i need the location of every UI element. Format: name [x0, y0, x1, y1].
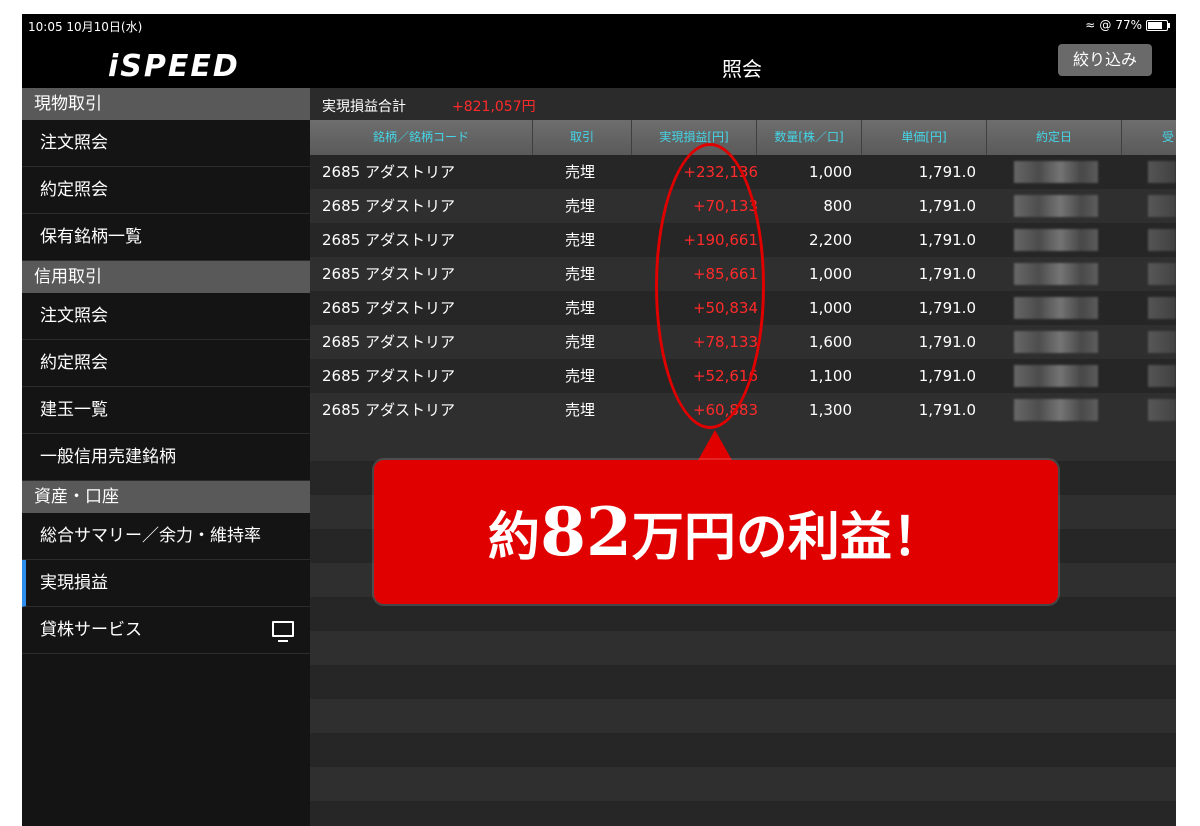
- cell-date-blurred: [1014, 365, 1098, 387]
- cell-date-blurred: [1014, 331, 1098, 353]
- sidebar-item-positions[interactable]: 建玉一覧: [22, 387, 310, 434]
- cell-price: 1,791.0: [918, 333, 976, 351]
- table-header: 銘柄／銘柄コード 取引 実現損益[円] 数量[株／口] 単価[円] 約定日 受: [310, 120, 1176, 155]
- cell-price: 1,791.0: [918, 401, 976, 419]
- sidebar-item-realized-pl[interactable]: 実現損益: [22, 560, 310, 607]
- sidebar-section-margin: 信用取引: [22, 261, 310, 293]
- cell-stock: 2685 アダストリア: [322, 401, 455, 419]
- callout-text: 約82万円の利益！: [374, 460, 1058, 604]
- cell-settlement-blurred: [1148, 365, 1176, 387]
- filter-button[interactable]: 絞り込み: [1058, 44, 1152, 76]
- sidebar-item-lending[interactable]: 貸株サービス: [22, 607, 310, 654]
- cell-price: 1,791.0: [918, 197, 976, 215]
- cell-date-blurred: [1014, 161, 1098, 183]
- sidebar-section-assets: 資産・口座: [22, 481, 310, 513]
- cell-price: 1,791.0: [918, 299, 976, 317]
- col-header-stock[interactable]: 銘柄／銘柄コード: [310, 120, 533, 155]
- cell-quantity: 2,200: [809, 231, 852, 249]
- cell-quantity: 1,000: [809, 163, 852, 181]
- sidebar-section-spot: 現物取引: [22, 88, 310, 120]
- battery-percent: 77%: [1115, 18, 1142, 32]
- cell-type: 売埋: [565, 265, 596, 283]
- cell-date-blurred: [1014, 263, 1098, 285]
- cell-type: 売埋: [565, 367, 596, 385]
- cell-price: 1,791.0: [918, 265, 976, 283]
- cell-settlement-blurred: [1148, 229, 1176, 251]
- sidebar-item-lending-label: 貸株サービス: [40, 620, 142, 640]
- cell-quantity: 1,000: [809, 265, 852, 283]
- cell-stock: 2685 アダストリア: [322, 265, 455, 283]
- cell-stock: 2685 アダストリア: [322, 197, 455, 215]
- cell-stock: 2685 アダストリア: [322, 299, 455, 317]
- col-header-settlement[interactable]: 受: [1122, 120, 1176, 155]
- ipad-screen: 10:05 10月10日(水) ≈ @ 77% iSPEED 照会 絞り込み 現…: [22, 14, 1176, 826]
- cell-stock: 2685 アダストリア: [322, 163, 455, 181]
- cell-quantity: 1,000: [809, 299, 852, 317]
- sidebar-item-margin-orders[interactable]: 注文照会: [22, 293, 310, 340]
- callout-pointer: [697, 430, 733, 462]
- cell-stock: 2685 アダストリア: [322, 367, 455, 385]
- cell-type: 売埋: [565, 333, 596, 351]
- page-title: 照会: [722, 57, 762, 81]
- cell-date-blurred: [1014, 297, 1098, 319]
- cell-settlement-blurred: [1148, 195, 1176, 217]
- cell-settlement-blurred: [1148, 297, 1176, 319]
- sidebar-item-summary[interactable]: 総合サマリー／余力・維持率: [22, 513, 310, 560]
- cell-quantity: 1,100: [809, 367, 852, 385]
- highlight-oval: [655, 143, 765, 429]
- cell-quantity: 1,600: [809, 333, 852, 351]
- monitor-icon: [272, 621, 294, 642]
- profit-callout: 約82万円の利益！: [374, 460, 1058, 604]
- cell-date-blurred: [1014, 195, 1098, 217]
- cell-settlement-blurred: [1148, 331, 1176, 353]
- cell-stock: 2685 アダストリア: [322, 231, 455, 249]
- col-header-type[interactable]: 取引: [533, 120, 632, 155]
- cell-price: 1,791.0: [918, 231, 976, 249]
- cell-stock: 2685 アダストリア: [322, 333, 455, 351]
- col-header-price[interactable]: 単価[円]: [862, 120, 987, 155]
- cell-settlement-blurred: [1148, 399, 1176, 421]
- cell-type: 売埋: [565, 163, 596, 181]
- cell-date-blurred: [1014, 229, 1098, 251]
- callout-suffix: 万円の利益！: [631, 507, 944, 568]
- cell-quantity: 1,300: [809, 401, 852, 419]
- cell-type: 売埋: [565, 299, 596, 317]
- summary-value: +821,057円: [452, 99, 536, 115]
- sidebar-item-spot-executions[interactable]: 約定照会: [22, 167, 310, 214]
- cell-price: 1,791.0: [918, 367, 976, 385]
- cell-settlement-blurred: [1148, 161, 1176, 183]
- cell-quantity: 800: [823, 197, 852, 215]
- sidebar-item-holdings[interactable]: 保有銘柄一覧: [22, 214, 310, 261]
- status-time-date: 10:05 10月10日(水): [28, 20, 143, 34]
- realized-pl-summary: 実現損益合計 +821,057円: [310, 88, 1176, 120]
- sidebar: 現物取引 注文照会 約定照会 保有銘柄一覧 信用取引 注文照会 約定照会 建玉一…: [22, 88, 310, 826]
- sidebar-item-margin-executions[interactable]: 約定照会: [22, 340, 310, 387]
- callout-amount: 82: [540, 493, 632, 571]
- summary-label: 実現損益合計: [322, 99, 406, 115]
- cell-price: 1,791.0: [918, 163, 976, 181]
- cell-type: 売埋: [565, 197, 596, 215]
- battery-icon: [1146, 19, 1170, 31]
- col-header-date[interactable]: 約定日: [987, 120, 1122, 155]
- status-right: ≈ @ 77%: [1085, 18, 1170, 32]
- lock-rotation-icon: @: [1099, 18, 1112, 32]
- cell-type: 売埋: [565, 231, 596, 249]
- cell-type: 売埋: [565, 401, 596, 419]
- wifi-icon: ≈: [1085, 18, 1096, 32]
- cell-date-blurred: [1014, 399, 1098, 421]
- callout-prefix: 約: [488, 507, 541, 568]
- sidebar-item-general-margin-short[interactable]: 一般信用売建銘柄: [22, 434, 310, 481]
- status-bar: 10:05 10月10日(水) ≈ @ 77%: [22, 14, 1176, 36]
- sidebar-item-spot-orders[interactable]: 注文照会: [22, 120, 310, 167]
- cell-settlement-blurred: [1148, 263, 1176, 285]
- col-header-qty[interactable]: 数量[株／口]: [757, 120, 862, 155]
